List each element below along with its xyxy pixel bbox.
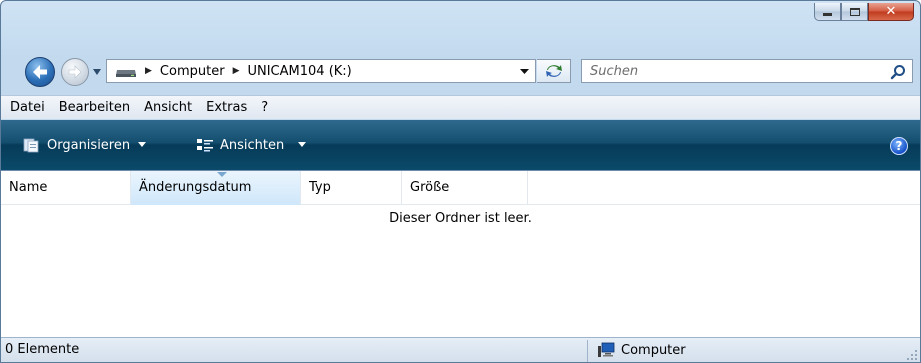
views-button[interactable]: Ansichten: [196, 120, 307, 170]
back-arrow-icon: [33, 65, 47, 79]
computer-icon: [597, 342, 615, 358]
column-header-label: Größe: [410, 180, 450, 195]
organize-button[interactable]: Organisieren: [23, 120, 147, 170]
sort-indicator-icon: [217, 172, 227, 177]
column-header-size[interactable]: Größe: [402, 171, 528, 205]
column-header-row: Name Änderungsdatum Typ Größe: [1, 171, 920, 205]
help-icon[interactable]: ?: [890, 137, 908, 155]
zone-label: Computer: [621, 342, 686, 358]
column-header-type[interactable]: Typ: [301, 171, 402, 205]
address-bar[interactable]: ▶ Computer ▶ UNICAM104 (K:): [106, 59, 536, 83]
status-divider: [587, 340, 588, 362]
forward-button[interactable]: [61, 58, 89, 86]
chevron-down-icon: [138, 142, 147, 147]
organize-label: Organisieren: [47, 137, 131, 153]
column-header-label: Typ: [309, 180, 331, 195]
menu-help[interactable]: ?: [254, 97, 275, 119]
column-header-name[interactable]: Name: [1, 171, 131, 205]
back-button[interactable]: [25, 57, 55, 87]
breadcrumb-computer[interactable]: Computer: [160, 64, 225, 79]
search-icon[interactable]: [890, 64, 906, 80]
navigation-bar: ▶ Computer ▶ UNICAM104 (K:): [1, 53, 920, 87]
menu-view[interactable]: Ansicht: [137, 97, 199, 119]
column-header-label: Änderungsdatum: [139, 180, 252, 195]
status-zone: Computer: [597, 342, 686, 358]
close-icon: ✕: [885, 4, 897, 19]
menu-bar: Datei Bearbeiten Ansicht Extras ?: [1, 95, 920, 119]
organize-icon: [23, 137, 41, 153]
empty-folder-message: Dieser Ordner ist leer.: [389, 211, 532, 226]
search-input[interactable]: [582, 60, 882, 82]
search-box[interactable]: [581, 59, 913, 83]
minimize-button[interactable]: [814, 3, 841, 21]
close-button[interactable]: ✕: [868, 3, 914, 21]
menu-edit[interactable]: Bearbeiten: [52, 97, 137, 119]
caption-buttons: ✕: [814, 3, 914, 21]
breadcrumb-separator-icon[interactable]: ▶: [233, 66, 240, 76]
maximize-button[interactable]: [841, 3, 868, 21]
resize-grip-icon[interactable]: [906, 349, 918, 361]
explorer-window: ✕ ▶ Computer ▶ UNICAM104 (K:) Suchen Dat…: [0, 0, 921, 363]
menu-file[interactable]: Datei: [3, 97, 52, 119]
forward-arrow-icon: [68, 65, 82, 79]
column-header-modified[interactable]: Änderungsdatum: [131, 171, 301, 205]
views-icon: [196, 137, 214, 153]
recent-pages-dropdown-icon[interactable]: [92, 68, 102, 76]
breadcrumb-drive[interactable]: UNICAM104 (K:): [247, 64, 351, 79]
item-count: 0 Elemente: [5, 342, 80, 357]
address-dropdown-icon[interactable]: [520, 68, 529, 75]
maximize-icon: [849, 7, 860, 16]
file-list-pane[interactable]: Name Änderungsdatum Typ Größe Dieser Ord…: [1, 170, 920, 337]
column-header-label: Name: [9, 180, 48, 195]
chevron-down-icon: [298, 142, 307, 147]
status-bar: 0 Elemente Computer: [1, 337, 920, 362]
refresh-icon: [545, 65, 562, 77]
command-bar: Organisieren Ansichten ?: [1, 120, 920, 170]
breadcrumb-separator-icon[interactable]: ▶: [145, 66, 152, 76]
views-label: Ansichten: [220, 137, 285, 153]
removable-drive-icon: [115, 64, 137, 78]
refresh-button[interactable]: [537, 59, 571, 83]
menu-extras[interactable]: Extras: [199, 97, 254, 119]
minimize-icon: [823, 13, 832, 16]
